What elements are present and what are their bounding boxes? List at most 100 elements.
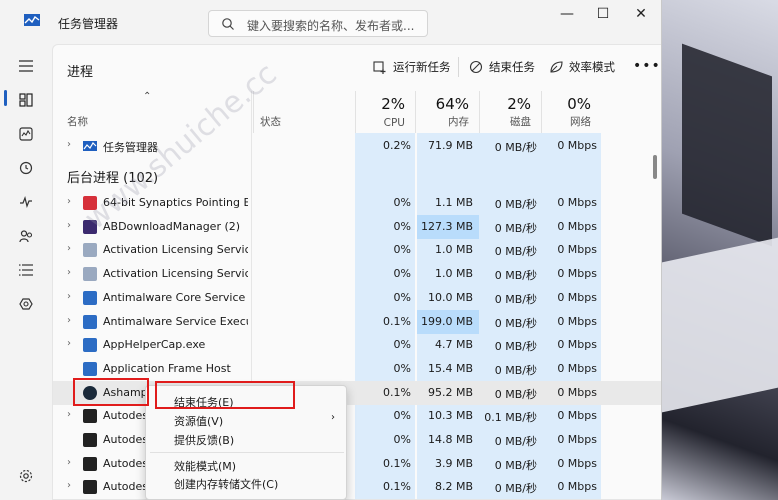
cpu-value: 0% <box>393 267 411 280</box>
network-value: 0 Mbps <box>557 267 597 280</box>
network-header-label: 网络 <box>570 116 591 128</box>
process-icon <box>83 362 97 376</box>
network-total: 0% <box>567 95 591 113</box>
end-task-button[interactable]: 结束任务 <box>469 59 535 75</box>
memory-value: 1.0 MB <box>434 243 473 256</box>
annotation-box-end-task <box>155 381 295 409</box>
process-name: Antimalware Service Execut... <box>103 315 248 328</box>
search-input[interactable]: 键入要搜索的名称、发布者或... <box>208 10 428 37</box>
startup-icon[interactable] <box>14 190 38 214</box>
cpu-total: 2% <box>381 95 405 113</box>
scrollbar-thumb[interactable] <box>653 155 657 179</box>
cpu-value: 0% <box>393 409 411 422</box>
table-row[interactable]: › Activation Licensing Service 0% 1.0 MB 0 M… <box>53 238 661 262</box>
status-header-label: 状态 <box>260 116 281 128</box>
memory-value: 4.7 MB <box>434 338 473 351</box>
memory-header-label: 内存 <box>448 116 469 128</box>
disk-value: 0 MB/秒 <box>494 222 537 235</box>
status-column-header[interactable]: 状态 <box>253 91 355 133</box>
menu-item-create-dump[interactable]: 创建内存转储文件(C) <box>174 476 278 492</box>
table-row[interactable]: › Activation Licensing Service... 0% 1.0 MB… <box>53 262 661 286</box>
expand-chevron-icon[interactable]: › <box>67 480 71 491</box>
menu-item-efficiency-mode[interactable]: 效能模式(M) <box>174 458 236 474</box>
annotation-box-process <box>73 378 149 406</box>
table-row[interactable]: › AppHelperCap.exe 0% 4.7 MB 0 MB/秒 0 Mbps <box>53 333 661 357</box>
disk-column-header[interactable]: 2% 磁盘 <box>479 91 541 133</box>
expand-chevron-icon[interactable]: › <box>67 267 71 278</box>
disk-value: 0 MB/秒 <box>494 482 537 495</box>
menu-item-feedback[interactable]: 提供反馈(B) <box>174 432 234 448</box>
users-icon[interactable] <box>14 224 38 248</box>
disk-header-label: 磁盘 <box>510 116 531 128</box>
close-button[interactable]: ✕ <box>626 6 656 24</box>
cpu-value: 0.1% <box>383 480 411 493</box>
cpu-value: 0% <box>393 433 411 446</box>
services-icon[interactable] <box>14 292 38 316</box>
expand-chevron-icon[interactable]: › <box>67 409 71 420</box>
disk-value: 0 MB/秒 <box>494 435 537 448</box>
app-history-icon[interactable] <box>14 156 38 180</box>
menu-icon[interactable] <box>14 54 38 78</box>
process-icon <box>83 433 97 447</box>
efficiency-mode-button[interactable]: 效率模式 <box>549 59 615 75</box>
network-column-header[interactable]: 0% 网络 <box>541 91 601 133</box>
expand-chevron-icon[interactable]: › <box>67 291 71 302</box>
network-value: 0 Mbps <box>557 315 597 328</box>
settings-icon[interactable] <box>14 464 38 488</box>
table-row[interactable]: › Antimalware Core Service 0% 10.0 MB 0 MB/秒… <box>53 286 661 310</box>
expand-chevron-icon[interactable]: › <box>67 457 71 468</box>
network-value: 0 Mbps <box>557 196 597 209</box>
disk-value: 0 MB/秒 <box>494 340 537 353</box>
disk-value: 0 MB/秒 <box>494 198 537 211</box>
memory-value: 95.2 MB <box>427 386 473 399</box>
run-new-task-button[interactable]: 运行新任务 <box>373 59 451 75</box>
toolbar-divider <box>458 57 459 77</box>
efficiency-mode-label: 效率模式 <box>569 60 615 74</box>
process-icon <box>83 338 97 352</box>
expand-chevron-icon[interactable]: › <box>67 196 71 207</box>
search-icon <box>222 18 234 30</box>
submenu-arrow-icon: › <box>331 412 335 423</box>
disk-value: 0 MB/秒 <box>494 269 537 282</box>
processes-icon[interactable] <box>14 88 38 112</box>
expand-chevron-icon[interactable]: › <box>67 243 71 254</box>
performance-icon[interactable] <box>14 122 38 146</box>
task-manager-icon <box>83 141 97 151</box>
disk-value: 0 MB/秒 <box>494 459 537 472</box>
run-task-icon <box>373 61 386 74</box>
disk-value: 0 MB/秒 <box>494 245 537 258</box>
memory-column-header[interactable]: 64% 内存 <box>415 91 479 133</box>
network-value: 0 Mbps <box>557 433 597 446</box>
network-value: 0 Mbps <box>557 362 597 375</box>
network-value: 0 Mbps <box>557 220 597 233</box>
cpu-column-header[interactable]: 2% CPU <box>355 91 415 133</box>
process-name: Activation Licensing Service... <box>103 267 248 280</box>
expand-chevron-icon[interactable]: › <box>67 315 71 326</box>
memory-value: 15.4 MB <box>427 362 473 375</box>
disk-value: 0 MB/秒 <box>494 293 537 306</box>
menu-item-resource-values[interactable]: 资源值(V) <box>174 413 223 429</box>
memory-value: 1.0 MB <box>434 267 473 280</box>
expand-chevron-icon[interactable]: › <box>67 220 71 231</box>
details-icon[interactable] <box>14 258 38 282</box>
cpu-value: 0.1% <box>383 386 411 399</box>
selected-indicator <box>4 90 7 106</box>
table-row[interactable]: › ABDownloadManager (2) 0% 127.3 MB 0 MB/秒 0 … <box>53 215 661 239</box>
memory-value: 71.9 MB <box>427 139 473 152</box>
expand-chevron-icon[interactable]: › <box>67 338 71 349</box>
minimize-button[interactable]: — <box>552 6 582 24</box>
cpu-value: 0% <box>393 196 411 209</box>
more-options-button[interactable]: ••• <box>633 58 661 74</box>
process-icon <box>83 457 97 471</box>
run-new-task-label: 运行新任务 <box>393 60 451 74</box>
expand-chevron-icon[interactable]: › <box>67 139 71 150</box>
leaf-icon <box>550 61 563 73</box>
end-task-label: 结束任务 <box>489 60 535 74</box>
background-art <box>662 237 778 413</box>
disk-value: 0 MB/秒 <box>494 317 537 330</box>
memory-value: 199.0 MB <box>420 315 473 328</box>
background-art <box>682 43 772 247</box>
table-row[interactable]: › Antimalware Service Execut... 0.1% 199.0 … <box>53 310 661 334</box>
maximize-button[interactable]: ☐ <box>588 6 618 24</box>
memory-value: 3.9 MB <box>434 457 473 470</box>
